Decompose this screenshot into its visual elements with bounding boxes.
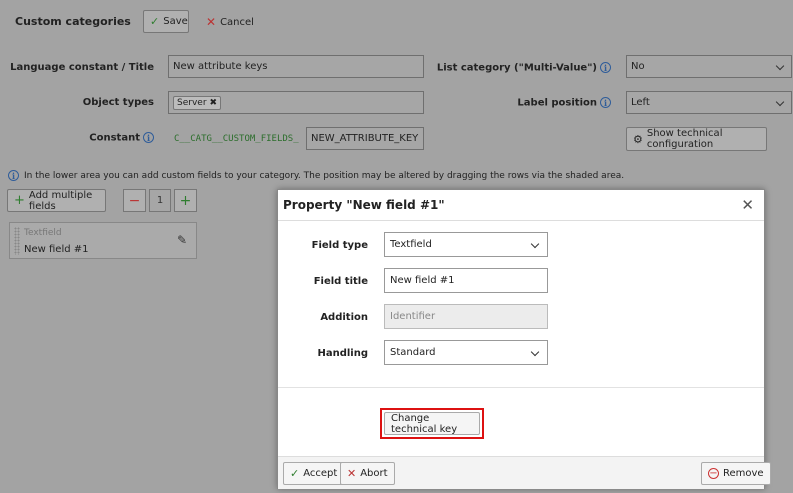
count-value: 1 bbox=[156, 195, 164, 206]
object-types-input[interactable]: Server ✖ bbox=[168, 91, 424, 114]
dialog-header: Property "New field #1" ✕ bbox=[278, 190, 764, 221]
accept-button[interactable]: ✓ Accept bbox=[283, 462, 345, 485]
field-type-select[interactable]: Textfield bbox=[384, 232, 548, 257]
close-icon: ✕ bbox=[347, 467, 357, 480]
check-icon: ✓ bbox=[150, 15, 160, 28]
add-multiple-fields-button[interactable]: + Add multiple fields bbox=[7, 189, 106, 212]
page-title: Custom categories bbox=[15, 15, 131, 28]
drag-handle[interactable] bbox=[14, 227, 20, 255]
show-technical-configuration-button[interactable]: ⚙ Show technical configuration bbox=[626, 127, 767, 151]
close-icon: ✕ bbox=[206, 15, 217, 29]
info-icon[interactable]: i bbox=[600, 97, 611, 108]
change-technical-key-label: Change technical key bbox=[391, 412, 458, 435]
constant-input[interactable]: NEW_ATTRIBUTE_KEY bbox=[306, 127, 424, 150]
handling-value: Standard bbox=[390, 347, 436, 358]
language-constant-input[interactable]: New attribute keys bbox=[168, 55, 424, 78]
minus-icon: − bbox=[128, 192, 141, 209]
decrement-button[interactable]: − bbox=[123, 189, 146, 212]
label-position-value: Left bbox=[631, 97, 650, 108]
list-category-value: No bbox=[631, 61, 645, 72]
chevron-down-icon bbox=[775, 97, 785, 107]
cancel-button-label: Cancel bbox=[220, 16, 254, 28]
hint: i In the lower area you can add custom f… bbox=[8, 170, 624, 181]
addition-input[interactable]: Identifier bbox=[384, 304, 548, 329]
cancel-button[interactable]: ✕ Cancel bbox=[206, 14, 254, 30]
label-position-select[interactable]: Left bbox=[626, 91, 792, 114]
object-types-label: Object types bbox=[82, 97, 154, 108]
field-title-label: Field title bbox=[313, 276, 368, 287]
handling-select[interactable]: Standard bbox=[384, 340, 548, 365]
language-constant-label: Language constant / Title bbox=[10, 62, 154, 73]
hint-text: In the lower area you can add custom fie… bbox=[24, 170, 625, 181]
addition-placeholder: Identifier bbox=[390, 311, 436, 322]
pencil-icon[interactable]: ✎ bbox=[177, 233, 187, 247]
divider bbox=[278, 387, 764, 388]
page: Custom categories ✓ Save ✕ Cancel Langua… bbox=[0, 0, 793, 493]
header: Custom categories ✓ Save ✕ Cancel bbox=[0, 0, 793, 42]
info-icon: i bbox=[8, 170, 19, 181]
field-title-input[interactable]: New field #1 bbox=[384, 268, 548, 293]
save-button-label: Save bbox=[163, 16, 188, 27]
object-type-tag: Server ✖ bbox=[173, 95, 222, 110]
gear-icon: ⚙ bbox=[633, 132, 643, 146]
save-button[interactable]: ✓ Save bbox=[143, 10, 189, 33]
constant-label: Constant bbox=[89, 132, 140, 144]
language-constant-value: New attribute keys bbox=[173, 61, 268, 72]
add-multiple-fields-label: Add multiple fields bbox=[28, 189, 93, 212]
field-card[interactable]: Textfield New field #1 ✎ bbox=[9, 222, 197, 259]
field-card-type: Textfield bbox=[24, 228, 62, 238]
count-input[interactable]: 1 bbox=[149, 189, 171, 212]
accept-label: Accept bbox=[303, 468, 338, 479]
field-title-value: New field #1 bbox=[390, 275, 455, 286]
remove-tag-icon[interactable]: ✖ bbox=[210, 98, 218, 108]
change-technical-key-button[interactable]: Change technical key bbox=[384, 412, 480, 435]
constant-value: NEW_ATTRIBUTE_KEY bbox=[311, 133, 419, 144]
handling-label: Handling bbox=[317, 348, 368, 359]
label-position-label: Label position bbox=[517, 97, 597, 109]
info-icon[interactable]: i bbox=[143, 132, 154, 143]
check-icon: ✓ bbox=[290, 467, 300, 480]
plus-icon: + bbox=[179, 192, 192, 209]
field-type-value: Textfield bbox=[390, 239, 432, 250]
constant-label-wrap: Constant i bbox=[10, 132, 154, 144]
show-technical-configuration-label: Show technical configuration bbox=[646, 128, 723, 150]
dialog-footer: ✓ Accept ✕ Abort − Remove bbox=[278, 456, 771, 489]
info-icon[interactable]: i bbox=[600, 62, 611, 73]
remove-button[interactable]: − Remove bbox=[701, 462, 771, 485]
increment-button[interactable]: + bbox=[174, 189, 197, 212]
object-type-tag-label: Server bbox=[177, 97, 207, 108]
minus-circle-icon: − bbox=[708, 467, 719, 479]
dialog-title: Property "New field #1" bbox=[283, 198, 445, 212]
chevron-down-icon bbox=[530, 239, 540, 249]
label-position-label-wrap: Label position i bbox=[470, 97, 611, 109]
property-dialog: Property "New field #1" ✕ Field type Tex… bbox=[277, 189, 771, 489]
close-icon[interactable]: ✕ bbox=[741, 196, 754, 214]
addition-label: Addition bbox=[320, 312, 368, 323]
plus-icon: + bbox=[14, 193, 25, 208]
chevron-down-icon bbox=[530, 347, 540, 357]
abort-label: Abort bbox=[360, 468, 388, 479]
constant-prefix: C__CATG__CUSTOM_FIELDS_ bbox=[174, 134, 299, 144]
list-category-select[interactable]: No bbox=[626, 55, 792, 78]
abort-button[interactable]: ✕ Abort bbox=[340, 462, 395, 485]
field-type-label: Field type bbox=[311, 240, 368, 251]
list-category-label: List category ("Multi-Value") bbox=[436, 62, 597, 74]
chevron-down-icon bbox=[775, 61, 785, 71]
field-card-name: New field #1 bbox=[24, 244, 89, 255]
list-category-label-wrap: List category ("Multi-Value") i bbox=[430, 62, 611, 74]
remove-label: Remove bbox=[723, 468, 764, 479]
